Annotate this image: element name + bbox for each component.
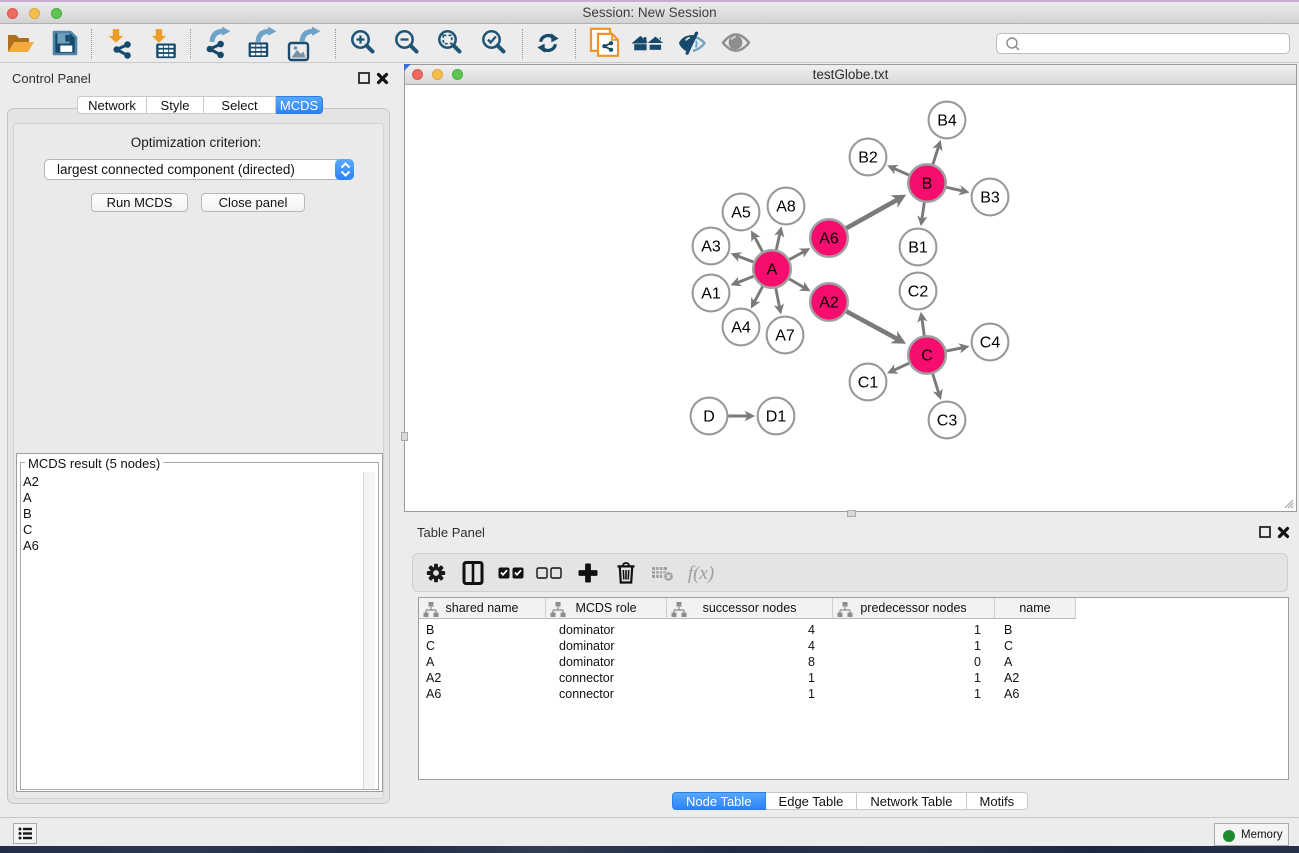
- svg-text:D: D: [703, 409, 715, 426]
- svg-text:C1: C1: [858, 375, 879, 392]
- svg-text:B: B: [922, 176, 933, 193]
- svg-text:C3: C3: [937, 413, 958, 430]
- svg-text:A5: A5: [731, 205, 751, 222]
- svg-text:A1: A1: [701, 286, 721, 303]
- svg-text:C: C: [921, 348, 933, 365]
- svg-text:B3: B3: [980, 190, 1000, 207]
- svg-text:A4: A4: [731, 320, 751, 337]
- svg-text:A6: A6: [819, 231, 839, 248]
- svg-text:A3: A3: [701, 239, 721, 256]
- svg-text:B2: B2: [858, 150, 878, 167]
- svg-text:B4: B4: [937, 113, 957, 130]
- svg-text:C4: C4: [980, 335, 1001, 352]
- svg-text:A7: A7: [775, 328, 795, 345]
- svg-text:A8: A8: [776, 199, 796, 216]
- svg-text:A: A: [767, 262, 778, 279]
- svg-text:f(x): f(x): [688, 563, 714, 584]
- svg-text:D1: D1: [766, 409, 787, 426]
- svg-text:C2: C2: [908, 284, 929, 301]
- svg-text:B1: B1: [908, 240, 928, 257]
- svg-text:A2: A2: [819, 295, 839, 312]
